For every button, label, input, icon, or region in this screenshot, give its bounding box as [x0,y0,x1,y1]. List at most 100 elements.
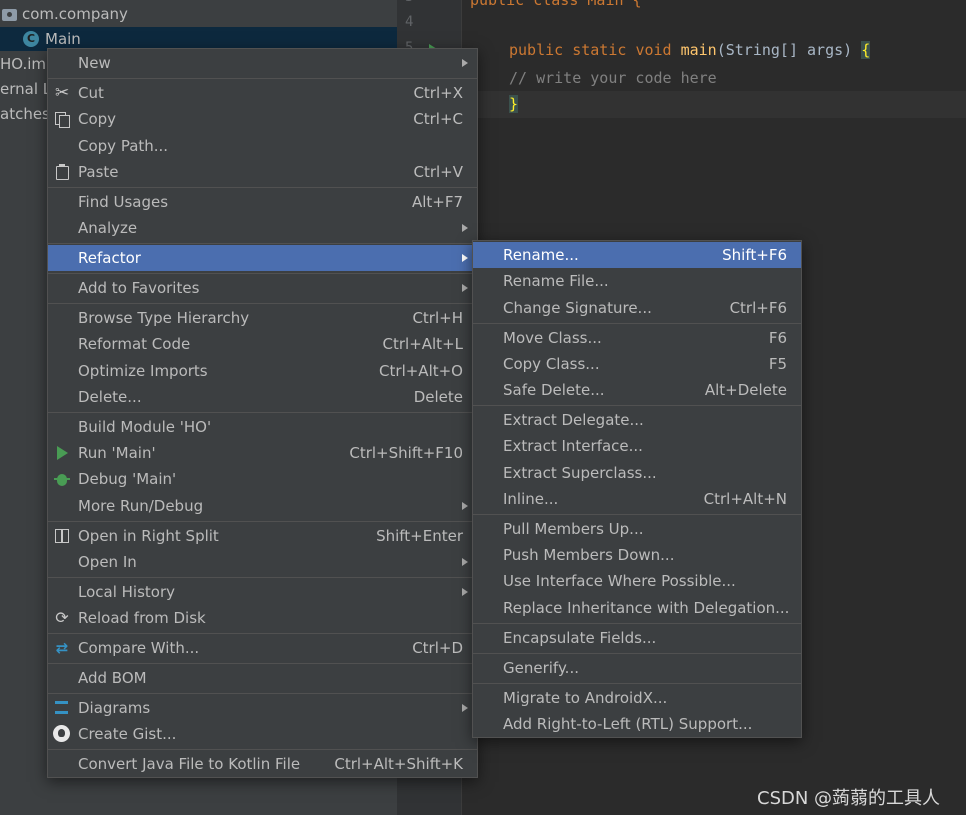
keyword: public [509,41,564,59]
menu-item-rename-file[interactable]: Rename File... [473,268,801,294]
menu-item-add-bom[interactable]: Add BOM [48,665,477,691]
menu-item-create-gist[interactable]: Create Gist... [48,721,477,747]
menu-item-copy-path[interactable]: Copy Path... [48,133,477,159]
menu-separator [48,273,477,274]
menu-separator [48,187,477,188]
menu-separator [48,663,477,664]
parameters: (String[] args) [716,41,862,59]
menu-item-pull-members-up[interactable]: Pull Members Up... [473,516,801,542]
menu-separator [48,693,477,694]
code-line: public class Main { [470,0,642,9]
menu-separator [48,78,477,79]
menu-item-add-to-favorites[interactable]: Add to Favorites [48,275,477,301]
menu-item-inline[interactable]: Inline... Ctrl+Alt+N [473,486,801,512]
brace: { [861,41,871,59]
submenu-arrow-icon [462,59,468,67]
menu-item-copy[interactable]: Copy Ctrl+C [48,106,477,132]
menu-separator [48,577,477,578]
menu-item-open-in-right-split[interactable]: Open in Right Split Shift+Enter [48,523,477,549]
code-comment-line: // write your code here [509,65,966,92]
menu-item-delete[interactable]: Delete... Delete [48,384,477,410]
menu-item-diagrams[interactable]: Diagrams [48,695,477,721]
menu-item-rename[interactable]: Rename... Shift+F6 [473,242,801,268]
menu-separator [48,243,477,244]
comment: // write your code here [509,69,717,87]
menu-item-optimize-imports[interactable]: Optimize Imports Ctrl+Alt+O [48,358,477,384]
menu-item-reload-from-disk[interactable]: ⟳ Reload from Disk [48,605,477,631]
menu-item-paste[interactable]: Paste Ctrl+V [48,159,477,185]
github-icon [53,725,70,742]
tree-item-label: com.company [22,5,128,23]
reload-icon: ⟳ [55,608,69,627]
menu-separator [473,323,801,324]
line-number: 4 [405,14,414,30]
refactor-submenu: Rename... Shift+F6 Rename File... Change … [472,240,802,738]
submenu-arrow-icon [462,254,468,262]
menu-separator [48,303,477,304]
keyword: void [635,41,672,59]
menu-item-find-usages[interactable]: Find Usages Alt+F7 [48,189,477,215]
menu-separator [48,412,477,413]
menu-item-debug-main[interactable]: Debug 'Main' [48,466,477,492]
menu-item-extract-delegate[interactable]: Extract Delegate... [473,407,801,433]
menu-separator [473,514,801,515]
menu-separator [473,405,801,406]
watermark: CSDN @蒟蒻的工具人 [757,788,941,809]
tree-item-label: HO.im [0,55,47,73]
keyword: static [572,41,627,59]
menu-item-open-in[interactable]: Open In [48,549,477,575]
menu-item-compare-with[interactable]: ⇄ Compare With... Ctrl+D [48,635,477,661]
tree-item-package[interactable]: com.company [0,2,397,26]
menu-item-generify[interactable]: Generify... [473,655,801,681]
submenu-arrow-icon [462,588,468,596]
split-icon [54,528,70,544]
paste-icon [54,164,70,180]
menu-item-convert-to-kotlin[interactable]: Convert Java File to Kotlin File Ctrl+Alt… [48,751,477,777]
menu-separator [473,683,801,684]
scissors-icon: ✂ [55,83,70,103]
menu-item-refactor[interactable]: Refactor [48,245,477,271]
menu-separator [473,653,801,654]
tree-item-label: atches [0,105,50,123]
menu-item-cut[interactable]: ✂ Cut Ctrl+X [48,80,477,106]
menu-item-analyze[interactable]: Analyze [48,215,477,241]
line-number: 3 [405,0,413,5]
compare-icon: ⇄ [55,639,69,657]
submenu-arrow-icon [462,704,468,712]
submenu-arrow-icon [462,284,468,292]
menu-separator [48,633,477,634]
code-line-current: } [462,91,966,118]
menu-item-push-members-down[interactable]: Push Members Down... [473,542,801,568]
context-menu: New ✂ Cut Ctrl+X Copy Ctrl+C Copy Path... … [47,48,478,778]
menu-item-copy-class[interactable]: Copy Class... F5 [473,351,801,377]
menu-separator [473,623,801,624]
brace: } [509,95,519,113]
menu-item-change-signature[interactable]: Change Signature... Ctrl+F6 [473,295,801,321]
package-icon [2,9,17,21]
menu-item-migrate-androidx[interactable]: Migrate to AndroidX... [473,685,801,711]
submenu-arrow-icon [462,502,468,510]
menu-separator [48,521,477,522]
menu-item-safe-delete[interactable]: Safe Delete... Alt+Delete [473,377,801,403]
menu-item-build-module[interactable]: Build Module 'HO' [48,414,477,440]
tree-item-label: ernal L [0,80,52,98]
menu-item-encapsulate-fields[interactable]: Encapsulate Fields... [473,625,801,651]
menu-item-browse-type-hierarchy[interactable]: Browse Type Hierarchy Ctrl+H [48,305,477,331]
code-line: public static void main(String[] args) { [509,37,966,64]
menu-item-use-interface[interactable]: Use Interface Where Possible... [473,568,801,594]
menu-separator [48,749,477,750]
menu-item-more-run-debug[interactable]: More Run/Debug [48,493,477,519]
menu-item-extract-superclass[interactable]: Extract Superclass... [473,460,801,486]
menu-item-extract-interface[interactable]: Extract Interface... [473,433,801,459]
menu-item-move-class[interactable]: Move Class... F6 [473,325,801,351]
menu-item-replace-inheritance[interactable]: Replace Inheritance with Delegation... [473,595,801,621]
menu-item-run-main[interactable]: Run 'Main' Ctrl+Shift+F10 [48,440,477,466]
menu-item-local-history[interactable]: Local History [48,579,477,605]
run-icon [57,446,68,460]
copy-icon [54,111,70,128]
menu-item-new[interactable]: New [48,50,477,76]
diagram-icon [54,700,70,716]
menu-item-add-rtl-support[interactable]: Add Right-to-Left (RTL) Support... [473,711,801,737]
method-name: main [680,41,717,59]
menu-item-reformat-code[interactable]: Reformat Code Ctrl+Alt+L [48,331,477,357]
